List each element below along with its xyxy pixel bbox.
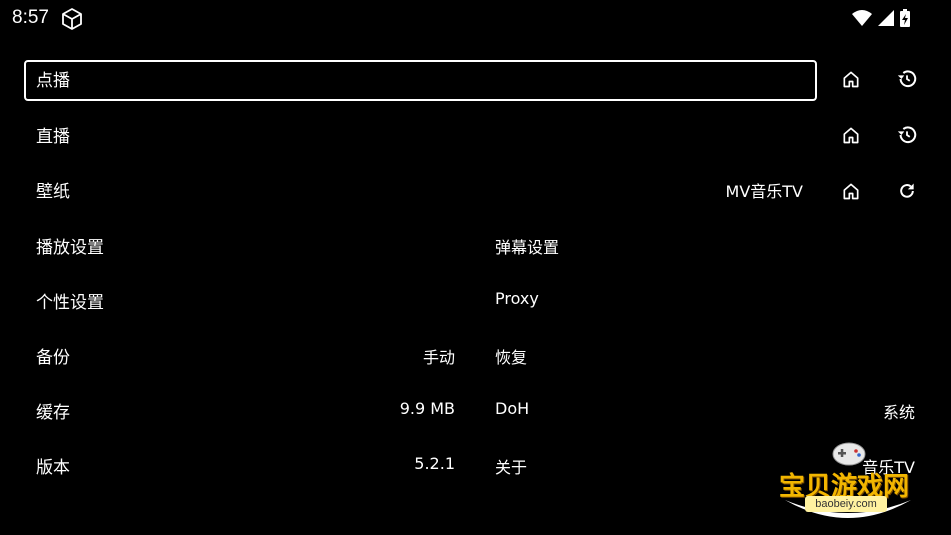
status-time: 8:57 <box>12 7 49 28</box>
personal-settings-item[interactable]: 个性设置 <box>36 288 104 313</box>
wallpaper-label: 壁纸 <box>36 182 70 202</box>
backup-value: 手动 <box>422 348 455 367</box>
history-icon[interactable] <box>892 120 922 150</box>
battery-icon <box>900 9 910 27</box>
restore-item[interactable]: 恢复 <box>495 344 527 368</box>
version-value: 5.2.1 <box>414 454 455 473</box>
wallpaper-value: MV音乐TV <box>725 182 803 201</box>
watermark-logo: 宝贝游戏网 baobeiy.com <box>779 440 919 530</box>
wallpaper-row[interactable]: 壁纸 MV音乐TV <box>0 163 951 215</box>
doh-item[interactable]: DoH <box>495 399 529 418</box>
about-item[interactable]: 关于 <box>495 454 527 478</box>
history-icon[interactable] <box>892 64 922 94</box>
refresh-icon[interactable] <box>892 176 922 206</box>
doh-value: 系统 <box>882 403 915 422</box>
vod-label: 点播 <box>36 71 70 91</box>
danmaku-settings-item[interactable]: 弹幕设置 <box>495 234 559 258</box>
cache-row: 缓存 9.9 MB DoH 系统 <box>0 384 951 436</box>
proxy-item[interactable]: Proxy <box>495 289 539 308</box>
cache-item[interactable]: 缓存 <box>36 398 70 423</box>
home-icon[interactable] <box>836 64 866 94</box>
signal-icon <box>878 10 894 26</box>
gamepad-icon <box>832 442 866 466</box>
backup-row: 备份 手动 恢复 <box>0 329 951 381</box>
cache-value: 9.9 MB <box>399 399 455 418</box>
cube-icon <box>62 8 82 30</box>
wifi-icon <box>852 10 872 26</box>
live-row[interactable]: 直播 <box>0 108 951 160</box>
home-icon[interactable] <box>836 120 866 150</box>
personal-row: 个性设置 Proxy <box>0 274 951 326</box>
watermark-url: baobeiy.com <box>805 496 887 512</box>
live-label: 直播 <box>36 127 70 147</box>
system-icons <box>851 8 911 28</box>
playback-settings-item[interactable]: 播放设置 <box>36 233 104 258</box>
vod-row[interactable]: 点播 <box>0 52 951 104</box>
playback-row: 播放设置 弹幕设置 <box>0 219 951 271</box>
version-item[interactable]: 版本 <box>36 453 70 478</box>
backup-item[interactable]: 备份 <box>36 343 70 368</box>
home-icon[interactable] <box>836 176 866 206</box>
status-bar: 8:57 <box>0 0 951 36</box>
